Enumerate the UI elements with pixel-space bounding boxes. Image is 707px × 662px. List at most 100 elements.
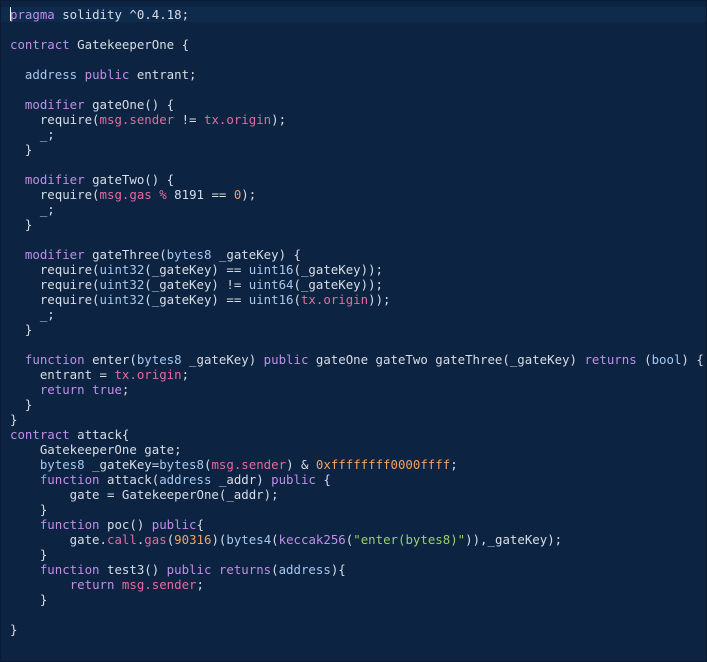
code-line[interactable]: } (10, 142, 706, 157)
code-line[interactable]: require(msg.gas % 8191 == 0); (10, 187, 706, 202)
code-area[interactable]: pragma solidity ^0.4.18; contract Gateke… (1, 7, 706, 637)
code-line[interactable]: } (10, 622, 706, 637)
code-token: "enter(bytes8)" (353, 532, 466, 547)
code-token: contract (10, 37, 70, 52)
code-line[interactable] (10, 157, 706, 172)
code-line[interactable]: _; (10, 127, 706, 142)
code-token: ); (271, 112, 287, 127)
code-line[interactable]: modifier gateOne() { (10, 97, 706, 112)
code-token: _gateKey= (84, 457, 160, 472)
code-line[interactable]: return msg.sender; (10, 577, 706, 592)
code-token: _gateKey) (181, 352, 264, 367)
code-line[interactable]: contract GatekeeperOne { (10, 37, 706, 52)
code-token: (_gateKey) != (144, 277, 249, 292)
code-token: != (174, 112, 204, 127)
code-line[interactable]: } (10, 217, 706, 232)
code-line[interactable] (10, 82, 706, 97)
code-editor[interactable]: pragma solidity ^0.4.18; contract Gateke… (0, 0, 707, 662)
code-token: gate. (10, 532, 107, 547)
code-line[interactable]: function attack(address _addr) public { (10, 472, 706, 487)
code-line[interactable]: } (10, 547, 706, 562)
code-token: (_gateKey)); (293, 262, 384, 277)
code-token: ( (271, 532, 279, 547)
code-token: gateOne() { (84, 97, 175, 112)
code-token: } (10, 592, 48, 607)
code-token: )); (368, 292, 391, 307)
code-token: gas (144, 532, 167, 547)
code-line[interactable]: address public entrant; (10, 67, 706, 82)
code-line[interactable]: gate.call.gas(90316)(bytes4(keccak256("e… (10, 532, 706, 547)
code-token: require( (10, 277, 100, 292)
code-line[interactable]: } (10, 502, 706, 517)
code-token: ; (196, 577, 204, 592)
code-token: bytes8 (166, 247, 212, 262)
code-token: (_gateKey)); (293, 277, 384, 292)
code-token: )( (211, 532, 227, 547)
code-line[interactable]: function test3() public returns(address)… (10, 562, 706, 577)
code-token: uint32 (99, 292, 145, 307)
code-token: test3() (99, 562, 167, 577)
code-token: uint32 (99, 262, 145, 277)
code-line[interactable]: } (10, 322, 706, 337)
code-line[interactable]: bytes8 _gateKey=bytes8(msg.sender) & 0xf… (10, 457, 706, 472)
code-line[interactable]: } (10, 397, 706, 412)
code-token: uint32 (99, 277, 145, 292)
code-line[interactable]: } (10, 412, 706, 427)
code-token: public (84, 67, 130, 82)
code-token: uint16 (248, 292, 294, 307)
code-line[interactable] (10, 607, 706, 622)
code-token: entrant = (10, 367, 115, 382)
code-line[interactable]: contract attack{ (10, 427, 706, 442)
code-line[interactable]: GatekeeperOne gate; (10, 442, 706, 457)
code-token: 8191 == (166, 187, 234, 202)
code-token: ; (450, 457, 458, 472)
code-line[interactable] (10, 337, 706, 352)
code-line[interactable]: _; (10, 307, 706, 322)
code-line[interactable]: modifier gateTwo() { (10, 172, 706, 187)
code-token: modifier (24, 247, 85, 262)
code-line[interactable]: return true; (10, 382, 706, 397)
code-token: msg.sender (99, 112, 175, 127)
code-line[interactable]: } (10, 592, 706, 607)
code-token: tx.origin (114, 367, 182, 382)
code-token: } (10, 322, 33, 337)
code-token: call (106, 532, 137, 547)
code-token: require( (10, 187, 100, 202)
code-token: _addr) (211, 472, 272, 487)
code-token: )),_gateKey); (465, 532, 563, 547)
code-line[interactable]: require(uint32(_gateKey) != uint64(_gate… (10, 277, 706, 292)
code-line[interactable]: entrant = tx.origin; (10, 367, 706, 382)
code-line[interactable]: pragma solidity ^0.4.18; (1, 7, 706, 22)
code-token: msg.sender (121, 577, 197, 592)
code-token: returns (584, 352, 637, 367)
code-line[interactable] (10, 52, 706, 67)
code-token: GatekeeperOne { (69, 37, 190, 52)
code-token: poc() (99, 517, 152, 532)
code-token: GatekeeperOne gate; (10, 442, 182, 457)
code-token: modifier (24, 97, 85, 112)
code-line[interactable]: gate = GatekeeperOne(_addr); (10, 487, 706, 502)
code-token: ) { (681, 352, 704, 367)
code-token: address (24, 67, 78, 82)
code-line[interactable]: function enter(bytes8 _gateKey) public g… (10, 352, 706, 367)
code-token: bytes8 (159, 457, 204, 472)
code-line[interactable]: require(msg.sender != tx.origin); (10, 112, 706, 127)
code-line[interactable] (10, 22, 706, 37)
code-line[interactable]: _; (10, 202, 706, 217)
code-token: modifier (24, 172, 85, 187)
code-line[interactable]: require(uint32(_gateKey) == uint16(_gate… (10, 262, 706, 277)
code-token: _; (10, 127, 55, 142)
code-token: keccak256 (278, 532, 346, 547)
code-token: ) & (286, 457, 316, 472)
code-line[interactable]: require(uint32(_gateKey) == uint16(tx.or… (10, 292, 706, 307)
code-token: _; (10, 202, 55, 217)
code-line[interactable]: function poc() public{ (10, 517, 706, 532)
code-line[interactable]: modifier gateThree(bytes8 _gateKey) { (10, 247, 706, 262)
code-line[interactable] (10, 232, 706, 247)
